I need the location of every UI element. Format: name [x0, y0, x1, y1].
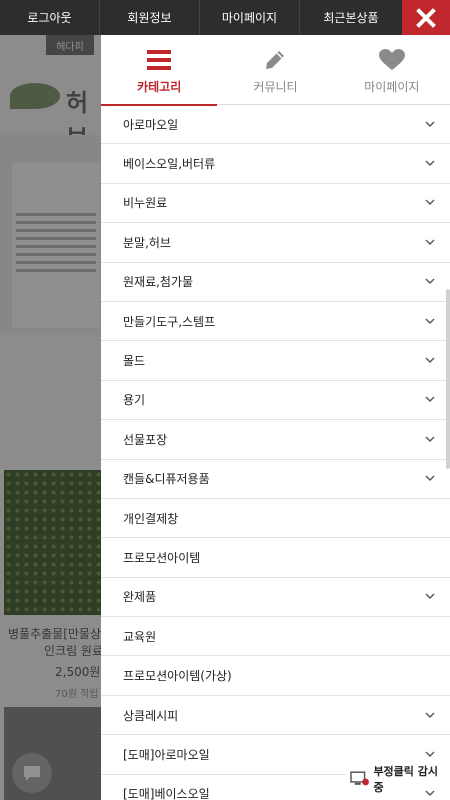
category-item-label: 용기: [123, 393, 146, 408]
category-item-label: 교육원: [123, 629, 157, 644]
category-item-label: 캔들&디퓨저용품: [123, 472, 210, 487]
category-item-label: 분말,허브: [123, 235, 171, 250]
category-item-label: 베이스오일,버터류: [123, 157, 216, 172]
chevron-down-icon[interactable]: [424, 236, 436, 248]
category-item[interactable]: 분말,허브: [101, 223, 450, 263]
chevron-down-icon[interactable]: [424, 433, 436, 445]
chevron-down-icon[interactable]: [424, 315, 436, 327]
fraud-click-badge: 부정클릭 감시중: [346, 765, 450, 794]
category-item[interactable]: 완제품: [101, 578, 450, 618]
category-item-label: 몰드: [123, 354, 146, 369]
fraud-click-label: 부정클릭 감시중: [373, 765, 438, 794]
category-item[interactable]: 원재료,첨가물: [101, 263, 450, 302]
pencil-icon: [262, 48, 288, 72]
heart-icon: [378, 48, 405, 72]
category-item[interactable]: 선물포장: [101, 420, 450, 460]
close-button[interactable]: [402, 0, 450, 35]
category-item-label: 원재료,첨가물: [123, 275, 194, 290]
category-item-label: 아로마오일: [123, 117, 179, 132]
menu-tabs: 카테고리 커뮤니티 마이페이지: [101, 35, 450, 106]
chevron-down-icon[interactable]: [424, 709, 436, 721]
tab-community-label: 커뮤니티: [253, 80, 298, 94]
tab-community[interactable]: 커뮤니티: [217, 35, 333, 105]
category-item-label: 프로모션아이템: [123, 550, 201, 565]
chevron-down-icon[interactable]: [424, 158, 436, 170]
menu-icon: [146, 48, 172, 72]
chevron-down-icon[interactable]: [424, 197, 436, 209]
chevron-down-icon[interactable]: [424, 276, 436, 288]
category-item[interactable]: 교육원: [101, 617, 450, 657]
category-item-label: 비누원료: [123, 196, 168, 211]
category-item[interactable]: 만들기도구,스템프: [101, 302, 450, 342]
chevron-down-icon[interactable]: [424, 118, 436, 130]
category-item-label: 선물포장: [123, 432, 168, 447]
category-item[interactable]: 상큼레시피: [101, 696, 450, 736]
chevron-down-icon[interactable]: [424, 394, 436, 406]
my-page-link[interactable]: 마이페이지: [200, 0, 300, 35]
category-item[interactable]: 캔들&디퓨저용품: [101, 460, 450, 499]
category-item[interactable]: 베이스오일,버터류: [101, 144, 450, 184]
category-item[interactable]: 비누원료: [101, 184, 450, 224]
close-icon: [416, 7, 436, 28]
tab-mypage[interactable]: 마이페이지: [334, 35, 450, 105]
tab-category[interactable]: 카테고리: [101, 35, 218, 106]
category-item[interactable]: 프로모션아이템(가상): [101, 656, 450, 696]
category-item[interactable]: 몰드: [101, 341, 450, 381]
category-item-label: 상큼레시피: [123, 708, 179, 723]
category-item-label: 개인결제창: [123, 511, 179, 526]
category-list: 아로마오일베이스오일,버터류비누원료분말,허브원재료,첨가물만들기도구,스템프몰…: [101, 105, 450, 800]
tab-category-label: 카테고리: [137, 80, 182, 94]
chevron-down-icon[interactable]: [424, 473, 436, 485]
chevron-down-icon[interactable]: [424, 748, 436, 760]
chevron-down-icon[interactable]: [424, 591, 436, 603]
category-item[interactable]: 용기: [101, 381, 450, 421]
logout-link[interactable]: 로그아웃: [0, 0, 100, 35]
scrollbar[interactable]: [446, 289, 450, 469]
side-menu-panel: 카테고리 커뮤니티 마이페이지 아로마오일베이스오일,버터류비누원료분말,허브원…: [101, 35, 450, 800]
category-item[interactable]: 프로모션아이템: [101, 538, 450, 578]
recent-items-link[interactable]: 최근본상품: [300, 0, 402, 35]
category-item-label: 완제품: [123, 590, 157, 605]
category-item-label: 만들기도구,스템프: [123, 314, 216, 329]
category-item-label: [도매]아로마오일: [123, 747, 210, 762]
category-item-label: 프로모션아이템(가상): [123, 669, 232, 684]
category-item[interactable]: 아로마오일: [101, 105, 450, 145]
top-utility-bar: 로그아웃 회원정보 마이페이지 최근본상품: [0, 0, 450, 35]
chevron-down-icon[interactable]: [424, 355, 436, 367]
category-item[interactable]: 개인결제창: [101, 499, 450, 539]
member-info-link[interactable]: 회원정보: [100, 0, 200, 35]
monitor-icon: [350, 771, 369, 786]
tab-mypage-label: 마이페이지: [364, 80, 420, 94]
